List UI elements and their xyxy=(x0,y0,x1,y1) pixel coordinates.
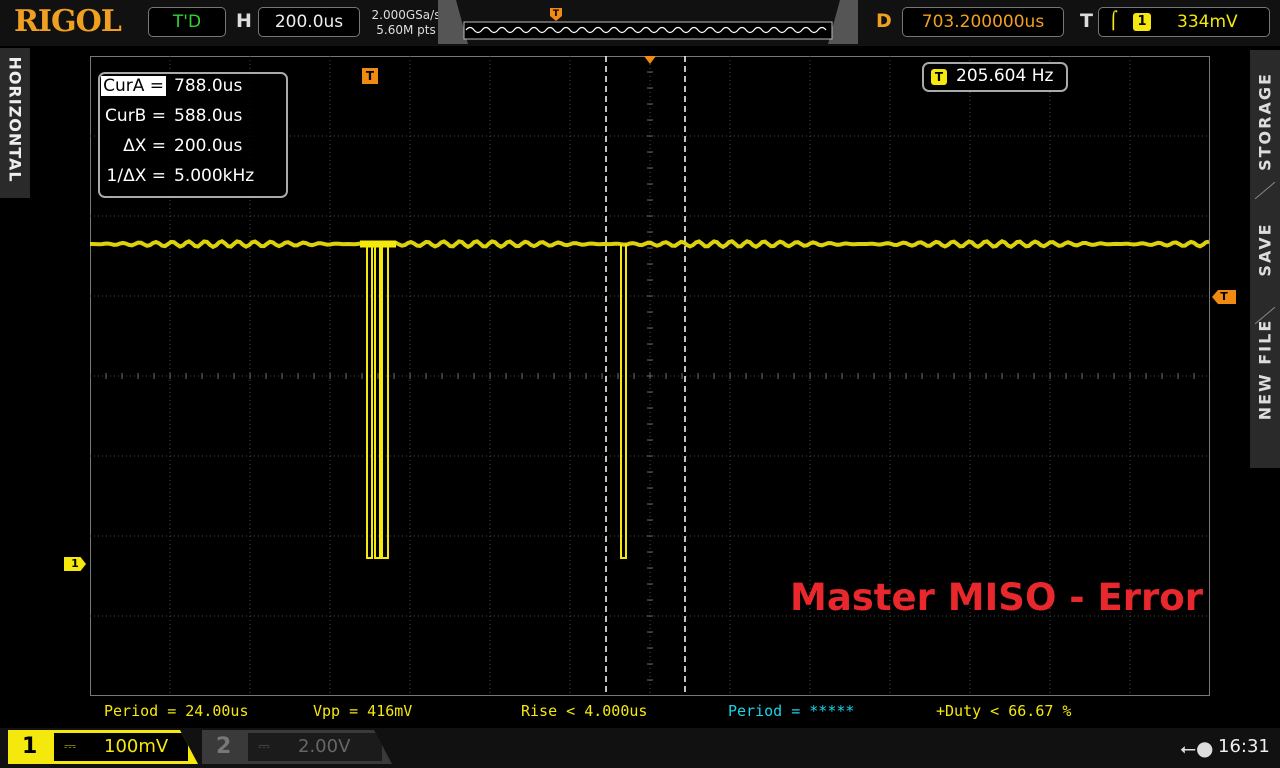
measurement-period-ch2[interactable]: Period = ***** xyxy=(728,702,854,720)
delay-letter: D xyxy=(876,10,892,32)
frequency-value: 205.604 Hz xyxy=(956,66,1054,86)
delay-value: 703.200000us xyxy=(921,12,1045,32)
inverse-delta-x-value: 5.000kHz xyxy=(174,166,255,186)
inverse-delta-x-row: 1/ΔX = 5.000kHz xyxy=(100,166,286,196)
trigger-level-value: 334mV xyxy=(1177,12,1238,32)
horizontal-letter: H xyxy=(236,10,252,32)
acquisition-info: 2.000GSa/s 5.60M pts xyxy=(365,8,447,38)
cursor-b-value: 588.0us xyxy=(174,106,243,126)
measurement-duty[interactable]: +Duty < 66.67 % xyxy=(936,702,1071,720)
channel-1-settings: ⎓ 100mV xyxy=(54,733,188,761)
sample-rate: 2.000GSa/s xyxy=(371,8,441,22)
channel-1-scale: 100mV xyxy=(104,736,169,757)
run-status-indicator[interactable]: T'D xyxy=(148,7,226,37)
horizontal-menu-tab[interactable]: HORIZONTAL xyxy=(0,48,30,198)
top-status-bar: RIGOL T'D H 200.0us 2.000GSa/s 5.60M pts… xyxy=(0,0,1280,46)
delay-position-icon xyxy=(644,56,656,64)
trigger-source-icon: T xyxy=(931,69,947,85)
measurement-rise[interactable]: Rise < 4.000us xyxy=(521,702,647,720)
trigger-letter: T xyxy=(1080,10,1093,32)
cursor-a-value: 788.0us xyxy=(174,76,243,96)
channel-1-number: 1 xyxy=(22,734,38,759)
new-file-softkey[interactable]: NEW FILE xyxy=(1256,290,1275,450)
rising-edge-icon: ⌠ xyxy=(1109,11,1118,31)
brand-logo: RIGOL xyxy=(14,4,122,39)
inverse-delta-x-label: 1/ΔX = xyxy=(106,166,166,186)
trigger-channel-badge: 1 xyxy=(1133,13,1151,31)
dc-coupling-icon: ⎓ xyxy=(258,737,270,755)
cursor-b-row: CurB = 588.0us xyxy=(100,106,286,136)
usb-icon: ⭠● xyxy=(1180,736,1214,760)
waveform-annotation: Master MISO - Error xyxy=(790,576,1203,619)
delta-x-row: ΔX = 200.0us xyxy=(100,136,286,166)
channel-1-ground-marker[interactable]: 1 xyxy=(64,557,86,571)
trigger-position-marker[interactable]: T xyxy=(362,68,378,84)
timebase-display[interactable]: 200.0us xyxy=(258,7,360,37)
system-clock: 16:31 xyxy=(1218,736,1270,757)
bottom-status-bar: 1 ⎓ 100mV 2 ⎓ 2.00V ⭠● 16:31 xyxy=(0,728,1280,768)
measurement-period[interactable]: Period = 24.00us xyxy=(104,702,249,720)
delta-x-value: 200.0us xyxy=(174,136,243,156)
delay-display[interactable]: 703.200000us xyxy=(902,7,1064,37)
cursor-a-row: CurA = 788.0us xyxy=(100,76,286,106)
horizontal-tab-label: HORIZONTAL xyxy=(5,56,25,183)
cursor-a-label: CurA = xyxy=(101,76,166,96)
channel-1-tab[interactable]: 1 ⎓ 100mV xyxy=(8,730,198,764)
memory-overview-bar[interactable]: T xyxy=(438,0,858,46)
cursor-b-label: CurB = xyxy=(105,106,166,126)
measurement-vpp[interactable]: Vpp = 416mV xyxy=(313,702,412,720)
delta-x-label: ΔX = xyxy=(123,136,166,156)
run-status-text: T'D xyxy=(172,12,202,32)
channel-2-scale: 2.00V xyxy=(298,736,351,757)
cursor-readout-panel[interactable]: CurA = 788.0us CurB = 588.0us ΔX = 200.0… xyxy=(98,72,288,198)
measurement-bar: Period = 24.00us Vpp = 416mV Rise < 4.00… xyxy=(90,700,1210,722)
channel-2-settings: ⎓ 2.00V xyxy=(248,733,382,761)
frequency-counter[interactable]: T 205.604 Hz xyxy=(922,62,1068,92)
channel-2-number: 2 xyxy=(216,734,232,759)
timebase-value: 200.0us xyxy=(274,12,344,32)
memory-depth: 5.60M pts xyxy=(376,23,436,37)
trigger-display[interactable]: ⌠ 1 334mV xyxy=(1098,7,1270,37)
memory-window-frame xyxy=(463,21,833,40)
dc-coupling-icon: ⎓ xyxy=(64,737,76,755)
trigger-level-marker[interactable]: T xyxy=(1212,290,1236,304)
memory-trigger-letter: T xyxy=(553,9,560,19)
channel-2-tab[interactable]: 2 ⎓ 2.00V xyxy=(202,730,392,764)
softkey-menu-panel: STORAGE SAVE NEW FILE xyxy=(1250,50,1280,468)
